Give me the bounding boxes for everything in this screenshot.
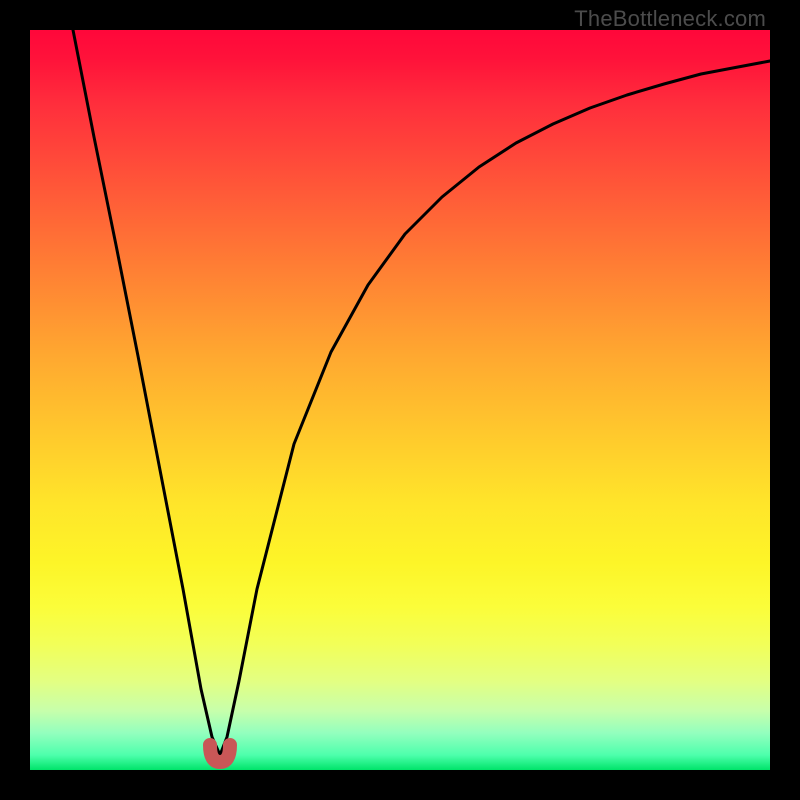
chart-frame: TheBottleneck.com [0,0,800,800]
watermark-text: TheBottleneck.com [574,6,766,32]
bottleneck-curve-path [73,30,770,755]
chart-curve-layer [30,30,770,770]
